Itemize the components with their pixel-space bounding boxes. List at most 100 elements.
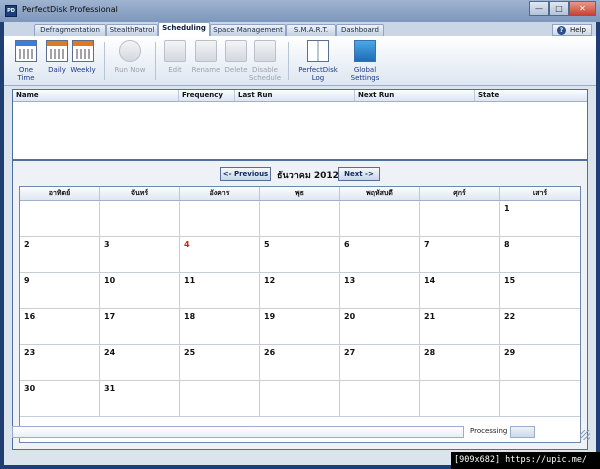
toolbar: One Time Daily Weekly Run Now Edit Renam… (4, 36, 596, 86)
weekday-header-cell: เสาร์ (532, 189, 548, 197)
column-header-last-run[interactable]: Last Run (235, 90, 355, 101)
calendar-day-cell[interactable]: 12 (260, 273, 340, 309)
calendar-day-cell[interactable]: 4 (180, 237, 260, 273)
help-button[interactable]: ? Help (552, 24, 592, 36)
rename-button[interactable]: Rename (190, 40, 222, 74)
calendar-day-cell[interactable]: 28 (420, 345, 500, 381)
column-header-name[interactable]: Name (13, 90, 179, 101)
calendar-day-cell[interactable]: 2 (20, 237, 100, 273)
disable-schedule-label-line2: Schedule (248, 74, 282, 82)
toolbar-separator (288, 42, 289, 80)
calendar-day-cell[interactable]: 3 (100, 237, 180, 273)
schedule-calendar-panel: <- Previous ธันวาคม 2012 Next -> อาทิตย์… (12, 160, 588, 450)
scheduled-jobs-table[interactable]: Name Frequency Last Run Next Run State (12, 89, 588, 160)
calendar-day-cell[interactable]: 11 (180, 273, 260, 309)
edit-icon (164, 40, 186, 62)
calendar-day-cell[interactable]: 5 (260, 237, 340, 273)
calendar-day-cell[interactable]: 21 (420, 309, 500, 345)
perfectdisk-log-button[interactable]: PerfectDisk Log (296, 40, 340, 82)
weekly-button[interactable]: Weekly (68, 40, 98, 74)
rename-label: Rename (191, 66, 221, 74)
calendar-day-cell[interactable]: 24 (100, 345, 180, 381)
app-icon: PD (5, 5, 17, 17)
disable-schedule-label-line1: Disable (252, 66, 278, 74)
one-time-button[interactable]: One Time (10, 40, 42, 82)
calendar-day-cell[interactable]: 7 (420, 237, 500, 273)
window-title: PerfectDisk Professional (22, 5, 118, 14)
tab-dashboard[interactable]: Dashboard (336, 24, 384, 36)
calendar-empty-cell (100, 201, 180, 237)
log-book-icon (307, 40, 329, 62)
tab-stealthpatrol[interactable]: StealthPatrol (106, 24, 158, 36)
help-icon: ? (557, 26, 566, 35)
column-header-frequency[interactable]: Frequency (179, 90, 235, 101)
delete-button[interactable]: Delete (222, 40, 250, 74)
tab-smart[interactable]: S.M.A.R.T. (286, 24, 336, 36)
calendar-empty-cell (340, 201, 420, 237)
help-label: Help (570, 26, 586, 34)
tab-space-management[interactable]: Space Management (210, 24, 286, 36)
calendar-day-cell[interactable]: 20 (340, 309, 420, 345)
maximize-button[interactable]: □ (549, 1, 569, 16)
calendar-day-cell[interactable]: 10 (100, 273, 180, 309)
calendar-day-cell[interactable]: 19 (260, 309, 340, 345)
next-month-button[interactable]: Next -> (338, 167, 380, 181)
delete-label: Delete (224, 66, 248, 74)
calendar-day-cell[interactable]: 1 (500, 201, 580, 237)
title-bar: PD PerfectDisk Professional — □ ✕ (0, 0, 600, 22)
daily-button[interactable]: Daily (44, 40, 70, 74)
calendar-day-cell[interactable]: 6 (340, 237, 420, 273)
calendar-day-cell[interactable]: 31 (100, 381, 180, 417)
calendar-day-cell[interactable]: 29 (500, 345, 580, 381)
disable-schedule-button[interactable]: Disable Schedule (248, 40, 282, 82)
calendar-one-time-icon (15, 40, 37, 62)
weekday-header-cell: อาทิตย์ (20, 187, 100, 200)
calendar-day-cell[interactable]: 9 (20, 273, 100, 309)
watermark: [909x682] https://upic.me/ (451, 452, 600, 469)
weekday-header-cell: พฤหัสบดี (340, 187, 420, 200)
month-label: ธันวาคม 2012 (277, 171, 339, 181)
weekday-header-cell: พุธ (260, 187, 340, 200)
calendar-empty-cell (180, 381, 260, 417)
calendar-day-cell[interactable]: 15 (500, 273, 580, 309)
calendar-day-cell[interactable]: 18 (180, 309, 260, 345)
previous-month-button[interactable]: <- Previous (220, 167, 271, 181)
resize-grip-icon[interactable] (580, 430, 590, 440)
column-header-next-run[interactable]: Next Run (355, 90, 475, 101)
minimize-button[interactable]: — (529, 1, 549, 16)
status-text: Processing (470, 427, 508, 435)
calendar-day-cell[interactable]: 22 (500, 309, 580, 345)
global-settings-label: Global Settings (350, 66, 380, 82)
calendar-day-cell[interactable]: 23 (20, 345, 100, 381)
global-settings-button[interactable]: Global Settings (340, 40, 390, 82)
log-label-line1: PerfectDisk (298, 66, 338, 74)
calendar-day-cell[interactable]: 16 (20, 309, 100, 345)
calendar-day-cell[interactable]: 26 (260, 345, 340, 381)
column-header-state[interactable]: State (475, 90, 587, 101)
status-message-box (12, 426, 464, 438)
run-now-button[interactable]: Run Now (112, 40, 148, 74)
weekly-label: Weekly (70, 66, 96, 74)
calendar-day-cell[interactable]: 25 (180, 345, 260, 381)
calendar-day-cell[interactable]: 14 (420, 273, 500, 309)
rename-icon (195, 40, 217, 62)
calendar-empty-cell (420, 201, 500, 237)
run-now-label: Run Now (114, 66, 146, 74)
calendar-day-cell[interactable]: 30 (20, 381, 100, 417)
weekday-header-cell: อังคาร (180, 187, 260, 200)
calendar-grid: อาทิตย์ จันทร์ อังคาร พุธ พฤหัสบดี ศุกร์ เสาร์… (19, 186, 581, 443)
edit-button[interactable]: Edit (164, 40, 186, 74)
daily-label: Daily (48, 66, 66, 74)
weekday-header: อาทิตย์ จันทร์ อังคาร พุธ พฤหัสบดี ศุกร์ เสาร์ (20, 187, 580, 201)
calendar-empty-cell (340, 381, 420, 417)
weekday-header-cell: ศุกร์ (420, 187, 500, 200)
calendar-day-cell[interactable]: 8 (500, 237, 580, 273)
toolbar-separator (104, 42, 105, 80)
tab-scheduling[interactable]: Scheduling (158, 22, 210, 36)
calendar-day-cell[interactable]: 27 (340, 345, 420, 381)
client-area: Defragmentation StealthPatrol Scheduling… (4, 22, 596, 465)
close-button[interactable]: ✕ (569, 1, 596, 16)
calendar-day-cell[interactable]: 13 (340, 273, 420, 309)
calendar-day-cell[interactable]: 17 (100, 309, 180, 345)
tab-defragmentation[interactable]: Defragmentation (34, 24, 106, 36)
